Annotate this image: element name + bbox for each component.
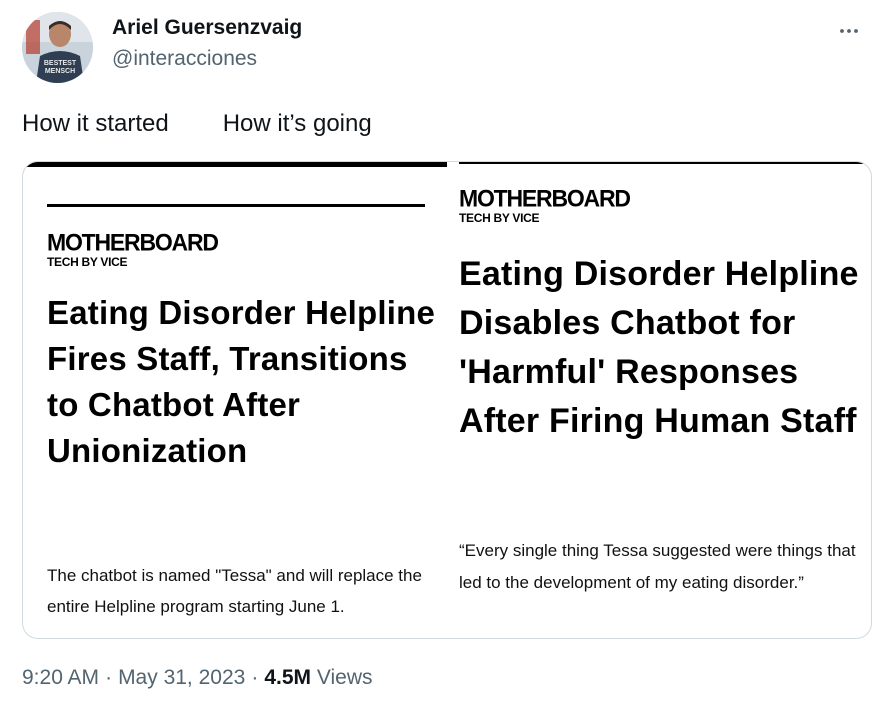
- tweet-text-right: How it’s going: [222, 110, 372, 137]
- views-count[interactable]: 4.5M: [264, 666, 311, 689]
- motherboard-logo-right: MOTHERBOARD: [459, 184, 631, 212]
- author-handle[interactable]: @interacciones: [112, 47, 257, 71]
- dek-right: “Every single thing Tessa suggested were…: [459, 541, 856, 592]
- more-horizontal-icon: [840, 29, 858, 33]
- views-label[interactable]: Views: [317, 666, 373, 689]
- avatar-image: BESTEST MENSCH: [22, 12, 93, 83]
- media-image-right[interactable]: MOTHERBOARD TECH BY VICE Eating Disorder…: [459, 162, 871, 638]
- tweet-time[interactable]: 9:20 AM: [22, 666, 99, 689]
- avatar-shirt-text-2: MENSCH: [45, 68, 75, 75]
- dek-left: The chatbot is named "Tessa" and will re…: [47, 566, 422, 616]
- tech-by-vice-left: TECH BY VICE: [47, 255, 128, 269]
- meta-separator: ·: [105, 666, 113, 689]
- author-name[interactable]: Ariel Guersenzvaig: [112, 16, 302, 40]
- left-rule: [47, 204, 425, 207]
- headline-left: Eating Disorder Helpline Fires Staff, Tr…: [47, 294, 436, 469]
- avatar-shirt-text-1: BESTEST: [44, 60, 77, 67]
- headline-right: Eating Disorder Helpline Disables Chatbo…: [459, 255, 859, 440]
- tweet-meta: 9:20 AM · May 31, 2023 · 4.5M Views: [22, 666, 373, 690]
- avatar[interactable]: BESTEST MENSCH: [22, 12, 93, 83]
- tech-by-vice-right: TECH BY VICE: [459, 211, 540, 225]
- motherboard-logo-left: MOTHERBOARD: [47, 228, 219, 256]
- tweet-text: How it started How it’s going: [22, 110, 372, 138]
- media-image-left[interactable]: MOTHERBOARD TECH BY VICE Eating Disorder…: [23, 162, 447, 638]
- tweet-media[interactable]: MOTHERBOARD TECH BY VICE Eating Disorder…: [22, 161, 872, 639]
- tweet-text-left: How it started: [22, 110, 169, 137]
- meta-separator: ·: [251, 666, 259, 689]
- media-divider: [447, 162, 459, 638]
- tweet-date[interactable]: May 31, 2023: [118, 666, 245, 689]
- more-button[interactable]: [832, 14, 866, 48]
